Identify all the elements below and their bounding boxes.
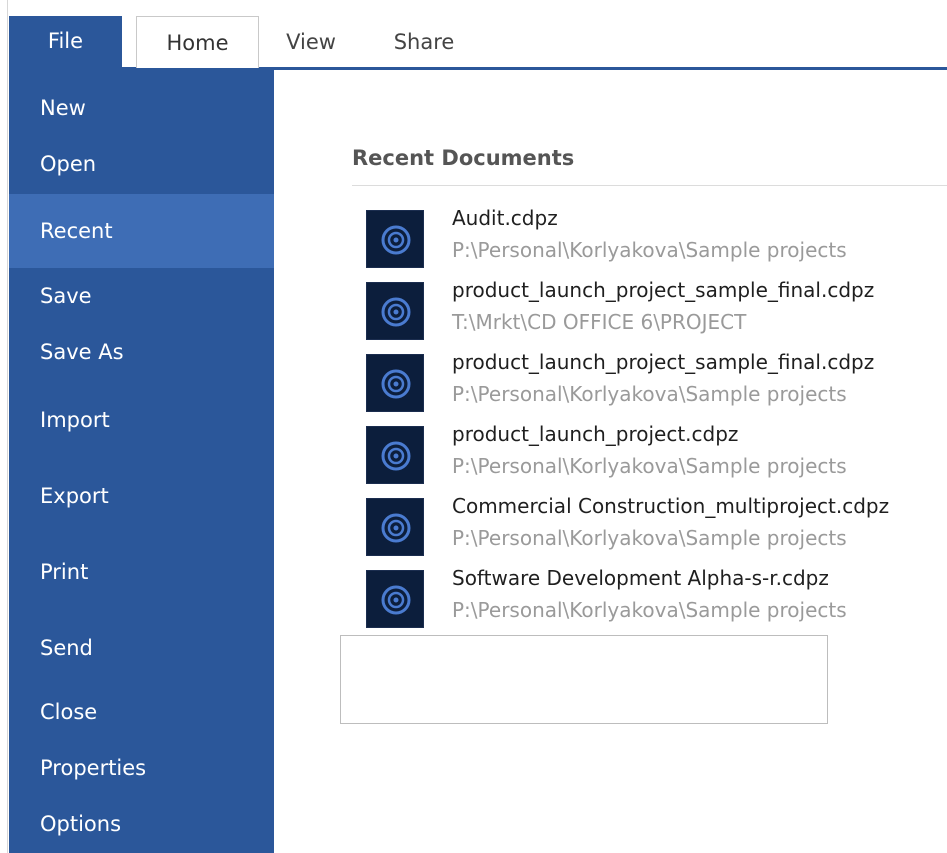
document-path: T:\Mrkt\CD OFFICE 6\PROJECT xyxy=(452,310,747,334)
section-divider xyxy=(352,185,947,186)
sidebar-item-close[interactable]: Close xyxy=(9,694,274,730)
tab-share[interactable]: Share xyxy=(379,16,469,68)
project-file-icon xyxy=(366,354,424,412)
backstage-sidebar: New Open Recent Save Save As Import Expo… xyxy=(9,70,274,853)
sidebar-item-save[interactable]: Save xyxy=(9,278,274,314)
project-file-icon xyxy=(366,210,424,268)
ribbon-tab-bar: File Home View Share xyxy=(9,0,947,70)
recent-documents-panel: Recent Documents Audit.cdpz P:\Personal\… xyxy=(274,70,947,853)
backstage-window: File Home View Share New Open Recent Sav… xyxy=(0,0,947,853)
sidebar-item-export[interactable]: Export xyxy=(9,478,274,514)
document-path: P:\Personal\Korlyakova\Sample projects xyxy=(452,526,847,550)
window-left-edge xyxy=(0,0,8,853)
document-path: P:\Personal\Korlyakova\Sample projects xyxy=(452,454,847,478)
tab-file[interactable]: File xyxy=(9,16,122,67)
document-name: product_launch_project_sample_final.cdpz xyxy=(452,278,875,302)
recent-document-item[interactable]: product_launch_project.cdpz P:\Personal\… xyxy=(366,422,947,488)
recent-document-item[interactable]: product_launch_project_sample_final.cdpz… xyxy=(366,350,947,416)
document-name: Audit.cdpz xyxy=(452,206,558,230)
document-name: Commercial Construction_multiproject.cdp… xyxy=(452,494,890,518)
project-file-icon xyxy=(366,570,424,628)
sidebar-item-new[interactable]: New xyxy=(9,90,274,126)
recent-document-item[interactable]: Software Development Alpha-s-r.cdpz P:\P… xyxy=(366,566,947,632)
empty-panel xyxy=(340,635,828,724)
document-path: P:\Personal\Korlyakova\Sample projects xyxy=(452,238,847,262)
project-file-icon xyxy=(366,282,424,340)
tab-view[interactable]: View xyxy=(271,16,351,68)
document-name: Software Development Alpha-s-r.cdpz xyxy=(452,566,829,590)
sidebar-item-send[interactable]: Send xyxy=(9,630,274,666)
document-path: P:\Personal\Korlyakova\Sample projects xyxy=(452,598,847,622)
sidebar-item-print[interactable]: Print xyxy=(9,554,274,590)
sidebar-item-recent[interactable]: Recent xyxy=(9,194,274,268)
sidebar-item-properties[interactable]: Properties xyxy=(9,750,274,786)
sidebar-item-options[interactable]: Options xyxy=(9,806,274,842)
sidebar-item-import[interactable]: Import xyxy=(9,402,274,438)
recent-document-item[interactable]: Audit.cdpz P:\Personal\Korlyakova\Sample… xyxy=(366,206,947,272)
recent-document-item[interactable]: Commercial Construction_multiproject.cdp… xyxy=(366,494,947,560)
recent-document-item[interactable]: product_launch_project_sample_final.cdpz… xyxy=(366,278,947,344)
document-name: product_launch_project_sample_final.cdpz xyxy=(452,350,875,374)
document-path: P:\Personal\Korlyakova\Sample projects xyxy=(452,382,847,406)
project-file-icon xyxy=(366,498,424,556)
sidebar-item-save-as[interactable]: Save As xyxy=(9,334,274,370)
sidebar-item-open[interactable]: Open xyxy=(9,146,274,182)
section-title: Recent Documents xyxy=(352,146,575,170)
project-file-icon xyxy=(366,426,424,484)
tab-home[interactable]: Home xyxy=(136,16,259,68)
document-name: product_launch_project.cdpz xyxy=(452,422,739,446)
